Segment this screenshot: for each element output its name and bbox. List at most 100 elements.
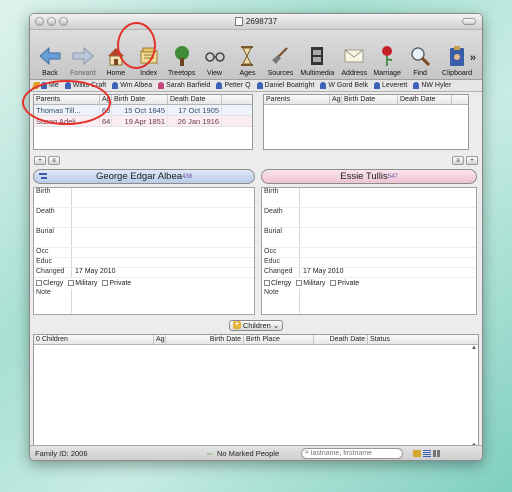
birth-row[interactable]: Birth bbox=[262, 188, 476, 208]
scroll-up-arrow-icon[interactable]: ▲ bbox=[470, 345, 478, 353]
treetops-button[interactable]: Treetops bbox=[166, 45, 198, 77]
field-value[interactable] bbox=[72, 228, 254, 247]
toolbar: Back Forward Home Index Treetops View Ag… bbox=[30, 30, 482, 80]
clergy-checkbox[interactable]: Clergy bbox=[264, 280, 291, 287]
toolbar-toggle-button[interactable] bbox=[462, 18, 476, 25]
view-button[interactable]: View bbox=[199, 45, 231, 77]
column-header[interactable]: Parents bbox=[34, 95, 100, 104]
checkbox-label: Clergy bbox=[271, 280, 292, 287]
mother-row[interactable]: Susan Adeli... 64 19 Apr 1851 26 Jan 191… bbox=[34, 116, 252, 127]
field-value[interactable] bbox=[300, 289, 476, 313]
occupation-row[interactable]: Occ bbox=[262, 248, 476, 258]
column-header[interactable]: Death Date bbox=[314, 335, 368, 344]
add-parent-button[interactable]: + bbox=[466, 155, 478, 165]
favorite-item[interactable]: NW Hyler bbox=[413, 82, 451, 89]
father-row[interactable]: Thomas Till... 60 15 Oct 1845 17 Oct 190… bbox=[34, 105, 252, 116]
checkbox-box bbox=[102, 280, 109, 287]
multimedia-button[interactable]: Multimedia bbox=[297, 45, 337, 77]
death-row[interactable]: Death bbox=[262, 208, 476, 228]
column-header[interactable]: Death Date bbox=[168, 95, 222, 104]
column-header[interactable]: Birth Place bbox=[244, 335, 314, 344]
husband-name-button[interactable]: George Edgar Albea 438 bbox=[33, 169, 255, 184]
column-header[interactable]: 0 Children bbox=[34, 335, 154, 344]
favorite-item[interactable]: Leverett bbox=[374, 82, 407, 89]
marked-people-menu[interactable]: ⇔ No Marked People bbox=[205, 448, 295, 458]
field-value[interactable] bbox=[300, 248, 476, 257]
note-row[interactable]: Note bbox=[34, 289, 254, 313]
favorite-item[interactable]: Daniel Boatright bbox=[256, 82, 314, 89]
column-header[interactable]: Ag bbox=[154, 335, 166, 344]
field-value[interactable] bbox=[72, 188, 254, 207]
forward-button[interactable]: Forward bbox=[67, 45, 99, 77]
clergy-checkbox[interactable]: Clergy bbox=[36, 280, 63, 287]
field-value[interactable] bbox=[72, 258, 254, 267]
favorite-item[interactable]: W Gord Belk bbox=[320, 82, 368, 89]
zoom-window-button[interactable] bbox=[59, 17, 68, 26]
note-row[interactable]: Note bbox=[262, 289, 476, 313]
list-view-icon[interactable] bbox=[423, 449, 431, 457]
favorite-item[interactable]: Wm Albea bbox=[112, 82, 152, 89]
field-label: Burial bbox=[262, 228, 300, 247]
wife-name-button[interactable]: Essie Tullis 547 bbox=[261, 169, 477, 184]
find-button[interactable]: Find bbox=[404, 45, 436, 77]
death-row[interactable]: Death bbox=[34, 208, 254, 228]
education-row[interactable]: Educ bbox=[262, 258, 476, 268]
field-value[interactable] bbox=[72, 289, 254, 313]
back-button[interactable]: Back bbox=[34, 45, 66, 77]
minimize-window-button[interactable] bbox=[47, 17, 56, 26]
field-value[interactable] bbox=[300, 258, 476, 267]
husband-panel: George Edgar Albea 438 Birth Death Burial… bbox=[33, 169, 255, 315]
military-checkbox[interactable]: Military bbox=[68, 280, 97, 287]
toolbar-overflow-button[interactable]: » bbox=[470, 52, 476, 64]
field-value[interactable] bbox=[72, 208, 254, 227]
private-checkbox[interactable]: Private bbox=[330, 280, 359, 287]
education-row[interactable]: Educ bbox=[34, 258, 254, 268]
favorite-item[interactable]: Petter Q bbox=[216, 82, 251, 89]
add-parent-button[interactable]: + bbox=[34, 155, 46, 165]
field-value[interactable] bbox=[300, 188, 476, 207]
column-header[interactable]: Status bbox=[368, 335, 478, 344]
favorite-item[interactable]: Sarah Barfield bbox=[158, 82, 210, 89]
favorite-item[interactable]: Willis Craft bbox=[64, 82, 106, 89]
column-header[interactable]: Birth Date bbox=[342, 95, 398, 104]
person-male-icon bbox=[413, 82, 420, 89]
field-label: Note bbox=[262, 289, 300, 313]
address-button[interactable]: Address bbox=[338, 45, 370, 77]
column-header[interactable]: Birth Date bbox=[166, 335, 244, 344]
column-header[interactable]: Ag bbox=[100, 95, 112, 104]
private-checkbox[interactable]: Private bbox=[102, 280, 131, 287]
wife-parents-table: Parents Ag Birth Date Death Date bbox=[263, 94, 469, 150]
sources-button[interactable]: Sources bbox=[264, 45, 296, 77]
parent-menu-button[interactable]: ≡ bbox=[48, 155, 60, 165]
changed-date: 17 May 2010 bbox=[75, 268, 116, 275]
birth-row[interactable]: Birth bbox=[34, 188, 254, 208]
grid-view-icon[interactable] bbox=[433, 449, 441, 457]
field-value[interactable] bbox=[300, 228, 476, 247]
military-checkbox[interactable]: Military bbox=[296, 280, 325, 287]
ages-button[interactable]: Ages bbox=[232, 45, 264, 77]
search-input[interactable] bbox=[310, 449, 397, 457]
checkbox-label: Private bbox=[337, 280, 360, 287]
close-window-button[interactable] bbox=[35, 17, 44, 26]
column-header[interactable]: Parents bbox=[264, 95, 330, 104]
column-header[interactable]: Death Date bbox=[398, 95, 452, 104]
children-menu-button[interactable]: + Children ⌄ bbox=[228, 319, 284, 331]
burial-row[interactable]: Burial bbox=[34, 228, 254, 248]
column-header[interactable]: Ag bbox=[330, 95, 342, 104]
field-value[interactable] bbox=[72, 248, 254, 257]
home-button[interactable]: Home bbox=[100, 45, 132, 77]
column-header[interactable]: Birth Date bbox=[112, 95, 168, 104]
title-bar[interactable]: 2698737 bbox=[30, 14, 482, 30]
burial-row[interactable]: Burial bbox=[262, 228, 476, 248]
favorite-item[interactable]: Me bbox=[31, 82, 59, 89]
occupation-row[interactable]: Occ bbox=[34, 248, 254, 258]
field-value[interactable] bbox=[300, 208, 476, 227]
search-field[interactable]: ⌕ bbox=[301, 447, 403, 459]
parent-birth-date: 19 Apr 1851 bbox=[112, 116, 168, 126]
flags-row: Clergy Military Private bbox=[262, 278, 476, 289]
card-view-icon[interactable] bbox=[413, 449, 421, 457]
parent-menu-button[interactable]: ≡ bbox=[452, 155, 464, 165]
view-mode-controls bbox=[413, 449, 441, 457]
marriage-button[interactable]: Marriage bbox=[371, 45, 403, 77]
index-button[interactable]: Index bbox=[133, 45, 165, 77]
